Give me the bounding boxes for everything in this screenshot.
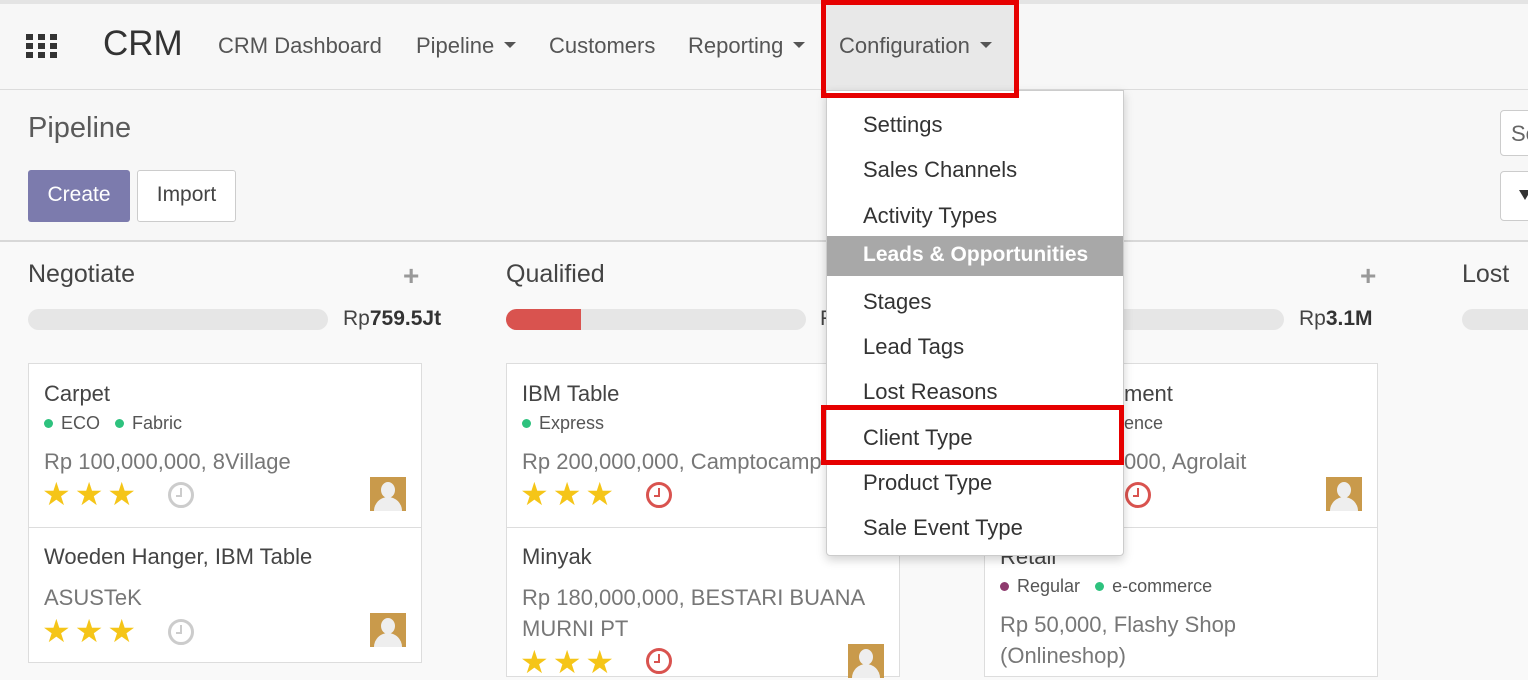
card-tags: Express bbox=[522, 413, 604, 434]
tag-dot bbox=[522, 418, 531, 428]
column-title: Qualified bbox=[506, 260, 605, 288]
column-title: Negotiate bbox=[28, 260, 136, 288]
dropdown-section-header: Leads & Opportunities bbox=[827, 236, 1123, 276]
priority-stars[interactable]: ★★★ bbox=[42, 478, 140, 510]
card-amount-line2: MURNI PT bbox=[522, 616, 629, 641]
tag-label: Regular bbox=[1017, 576, 1081, 596]
dropdown-item-lost-reasons[interactable]: Lost Reasons bbox=[863, 379, 998, 405]
tag-label: Fabric bbox=[132, 413, 183, 433]
column-progress-bar[interactable] bbox=[1462, 309, 1528, 330]
card-company: ASUSTeK bbox=[44, 585, 142, 610]
card-title: IBM Table bbox=[522, 381, 620, 406]
card-amount-line2: (Onlineshop) bbox=[1000, 643, 1126, 668]
dropdown-item-activity-types[interactable]: Activity Types bbox=[863, 203, 997, 229]
filter-button[interactable] bbox=[1500, 171, 1528, 221]
tag-label: ECO bbox=[61, 413, 101, 433]
total-value: 3.1M bbox=[1325, 307, 1373, 330]
avatar bbox=[370, 477, 406, 511]
priority-stars[interactable]: ★★★ bbox=[520, 478, 618, 510]
column-progress-bar[interactable] bbox=[28, 309, 328, 330]
highlight-box-configuration bbox=[821, 0, 1019, 98]
total-value: 759.5Jt bbox=[369, 307, 442, 330]
import-button[interactable]: Import bbox=[137, 170, 236, 222]
menu-customers[interactable]: Customers bbox=[549, 33, 655, 59]
progress-fill-overdue bbox=[506, 309, 581, 330]
priority-stars[interactable]: ★★★ bbox=[520, 646, 618, 678]
card-amount-line1: Rp 180,000,000, BESTARI BUANA bbox=[522, 585, 866, 610]
menu-label: Customers bbox=[549, 33, 656, 58]
column-progress-bar[interactable] bbox=[506, 309, 806, 330]
card-title: ment bbox=[1124, 381, 1173, 406]
tag-dot bbox=[1095, 581, 1105, 591]
card-amount: Rp 200,000,000, Camptocamp bbox=[522, 449, 822, 474]
activity-clock-icon[interactable] bbox=[646, 648, 672, 674]
column-total: Rp3.1M bbox=[1299, 307, 1373, 331]
priority-stars[interactable]: ★★★ bbox=[42, 615, 140, 647]
dropdown-item-settings[interactable]: Settings bbox=[863, 112, 943, 138]
card-amount: 000, Agrolait bbox=[1124, 449, 1247, 474]
dropdown-item-lead-tags[interactable]: Lead Tags bbox=[863, 334, 964, 360]
dropdown-item-sales-channels[interactable]: Sales Channels bbox=[863, 157, 1017, 183]
dropdown-item-sale-event-type[interactable]: Sale Event Type bbox=[863, 515, 1023, 541]
section-header-label: Leads & Opportunities bbox=[863, 243, 1089, 266]
card-title: Carpet bbox=[44, 381, 111, 406]
card-title: Woeden Hanger, IBM Table bbox=[44, 544, 313, 569]
card-title: Minyak bbox=[522, 544, 592, 569]
apps-grid-icon[interactable] bbox=[26, 34, 58, 58]
menu-label: Reporting bbox=[688, 33, 784, 58]
column-total: Rp759.5Jt bbox=[343, 307, 441, 331]
menu-label: CRM Dashboard bbox=[218, 33, 382, 58]
activity-clock-icon[interactable] bbox=[168, 619, 194, 645]
avatar bbox=[848, 644, 884, 678]
activity-clock-icon[interactable] bbox=[1125, 482, 1151, 508]
activity-clock-icon[interactable] bbox=[646, 482, 672, 508]
caret-down-icon bbox=[793, 42, 806, 49]
configuration-dropdown-menu: Settings Sales Channels Activity Types L… bbox=[826, 90, 1124, 556]
card-tags: Regular e-commerce bbox=[1000, 576, 1212, 597]
card-tags: ECO Fabric bbox=[44, 413, 182, 434]
card-amount-line1: Rp 50,000, Flashy Shop bbox=[1000, 612, 1237, 637]
tag-dot bbox=[115, 418, 125, 428]
highlight-box-client-type bbox=[821, 405, 1124, 465]
dropdown-item-stages[interactable]: Stages bbox=[863, 289, 932, 315]
activity-clock-icon[interactable] bbox=[168, 482, 194, 508]
menu-label: Pipeline bbox=[416, 33, 495, 58]
column-title: Lost bbox=[1462, 260, 1510, 288]
card-amount: Rp 100,000,000, 8Village bbox=[44, 449, 291, 474]
search-input[interactable]: Se bbox=[1500, 110, 1528, 156]
add-card-icon[interactable]: + bbox=[403, 260, 419, 292]
dropdown-item-product-type[interactable]: Product Type bbox=[863, 470, 992, 496]
tag-label: e-commerce bbox=[1112, 576, 1213, 596]
avatar bbox=[370, 613, 406, 647]
create-button[interactable]: Create bbox=[28, 170, 130, 222]
filter-icon bbox=[1519, 190, 1528, 200]
currency: Rp bbox=[1299, 307, 1326, 330]
currency: Rp bbox=[343, 307, 370, 330]
menu-pipeline[interactable]: Pipeline bbox=[416, 33, 517, 59]
card-tags: ence bbox=[1124, 413, 1164, 433]
page-title: Pipeline bbox=[28, 112, 132, 144]
tag-dot bbox=[1000, 581, 1009, 591]
add-card-icon[interactable]: + bbox=[1360, 260, 1376, 292]
menu-reporting[interactable]: Reporting bbox=[688, 33, 806, 59]
avatar bbox=[1326, 477, 1362, 511]
tag-dot bbox=[44, 418, 53, 428]
tag-label: Express bbox=[539, 413, 605, 433]
caret-down-icon bbox=[504, 42, 517, 49]
app-brand[interactable]: CRM bbox=[103, 24, 183, 64]
menu-crm-dashboard[interactable]: CRM Dashboard bbox=[218, 33, 382, 59]
